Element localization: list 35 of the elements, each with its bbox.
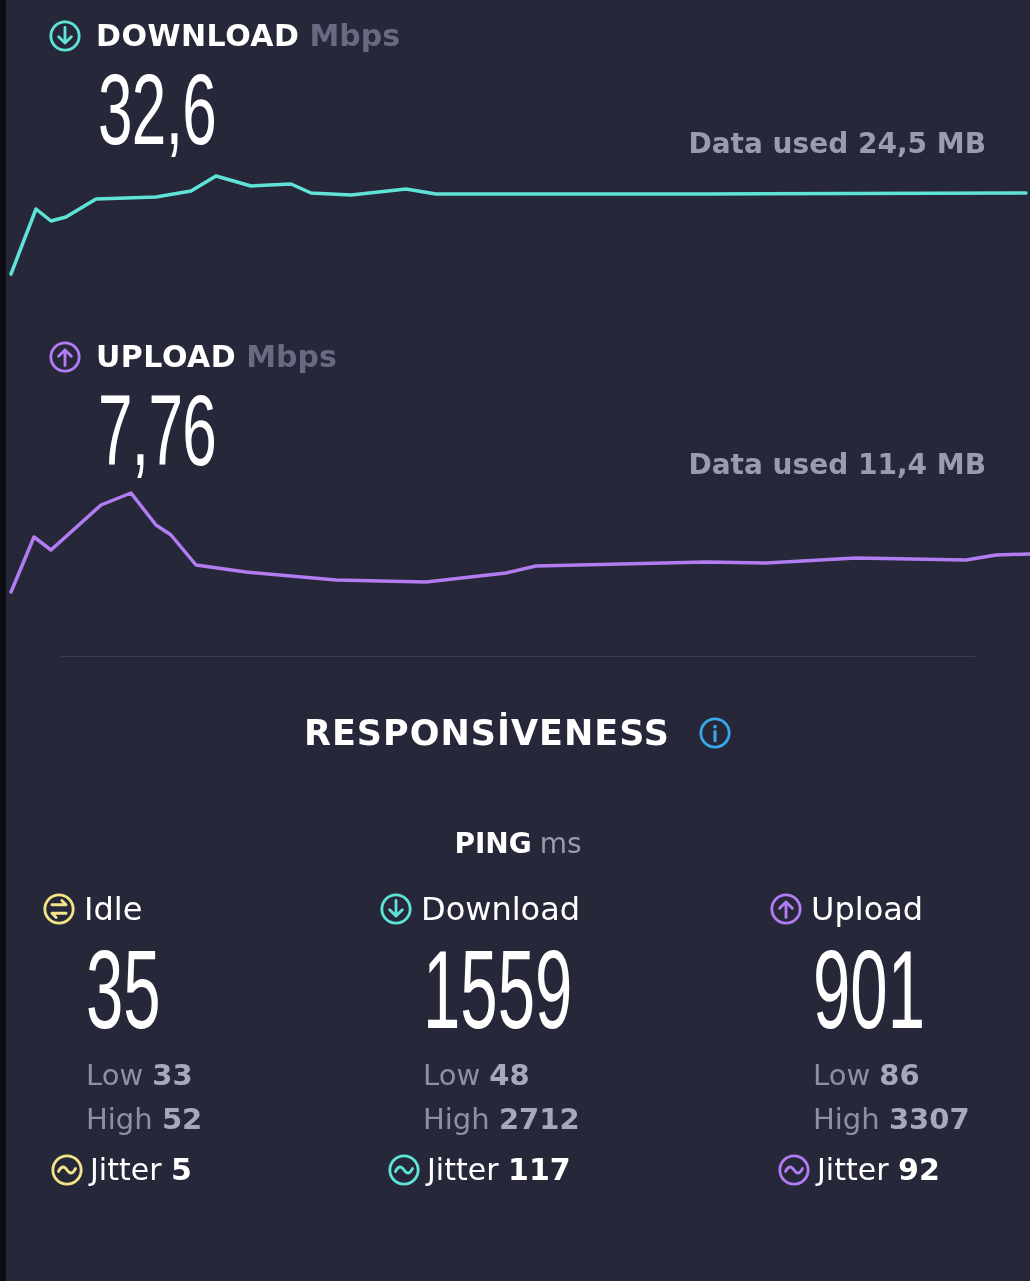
download-icon: [379, 892, 413, 926]
high-stat: High 2712: [423, 1102, 581, 1136]
unit-label: ms: [539, 827, 582, 860]
speed-value: 7,76: [98, 380, 217, 482]
unit-label: Mbps: [309, 18, 401, 53]
data-used-label: Data used 11,4 MB: [688, 448, 986, 481]
high-stat: High 3307: [813, 1102, 971, 1136]
low-stat: Low 48: [423, 1058, 531, 1092]
upload-icon: [769, 892, 803, 926]
download-icon: [48, 18, 82, 53]
upload-icon: [48, 339, 82, 374]
wave-icon: [387, 1152, 421, 1187]
unit-label: Mbps: [246, 339, 337, 374]
speed-value: 32,6: [98, 59, 217, 161]
info-icon[interactable]: [698, 716, 732, 750]
speed-label: UPLOAD: [96, 339, 237, 374]
section-title: RESPONSİVENESS: [303, 713, 670, 753]
low-stat: Low 33: [86, 1058, 194, 1092]
ping-type-label: Download: [421, 890, 581, 928]
wave-icon: [777, 1152, 811, 1187]
ping-label: PING: [454, 827, 532, 860]
idle-icon: [42, 892, 76, 926]
ping-type-label: Idle: [84, 890, 143, 928]
wave-icon: [50, 1152, 84, 1187]
jitter-stat: Jitter 92: [817, 1152, 940, 1187]
ping-value: 35: [86, 934, 161, 1048]
speed-label: DOWNLOAD: [96, 18, 300, 53]
ping-value: 1559: [423, 934, 573, 1048]
jitter-stat: Jitter 5: [90, 1152, 192, 1187]
high-stat: High 52: [86, 1102, 204, 1136]
ping-value: 901: [813, 934, 926, 1048]
data-used-label: Data used 24,5 MB: [688, 127, 986, 160]
jitter-stat: Jitter 117: [427, 1152, 571, 1187]
ping-type-label: Upload: [811, 890, 924, 928]
low-stat: Low 86: [813, 1058, 921, 1092]
